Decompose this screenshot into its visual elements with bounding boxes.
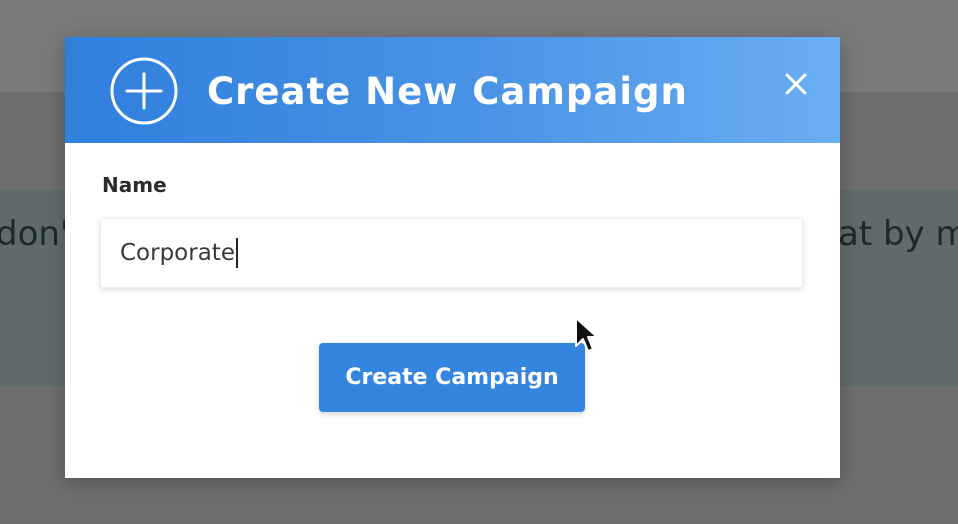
- mouse-pointer-icon: [575, 317, 598, 352]
- modal-title: Create New Campaign: [207, 70, 688, 113]
- create-campaign-button[interactable]: Create Campaign: [319, 343, 585, 412]
- create-campaign-modal: Create New Campaign Name Create Campaign: [65, 37, 840, 478]
- plus-circle-icon: [110, 57, 178, 125]
- close-icon[interactable]: [781, 69, 811, 99]
- campaign-name-input[interactable]: [100, 218, 803, 288]
- background-text-left: don': [0, 214, 70, 254]
- background-text-right: at by m: [838, 214, 958, 254]
- text-caret: [236, 238, 238, 268]
- modal-header: Create New Campaign: [65, 37, 840, 143]
- name-label: Name: [102, 173, 167, 197]
